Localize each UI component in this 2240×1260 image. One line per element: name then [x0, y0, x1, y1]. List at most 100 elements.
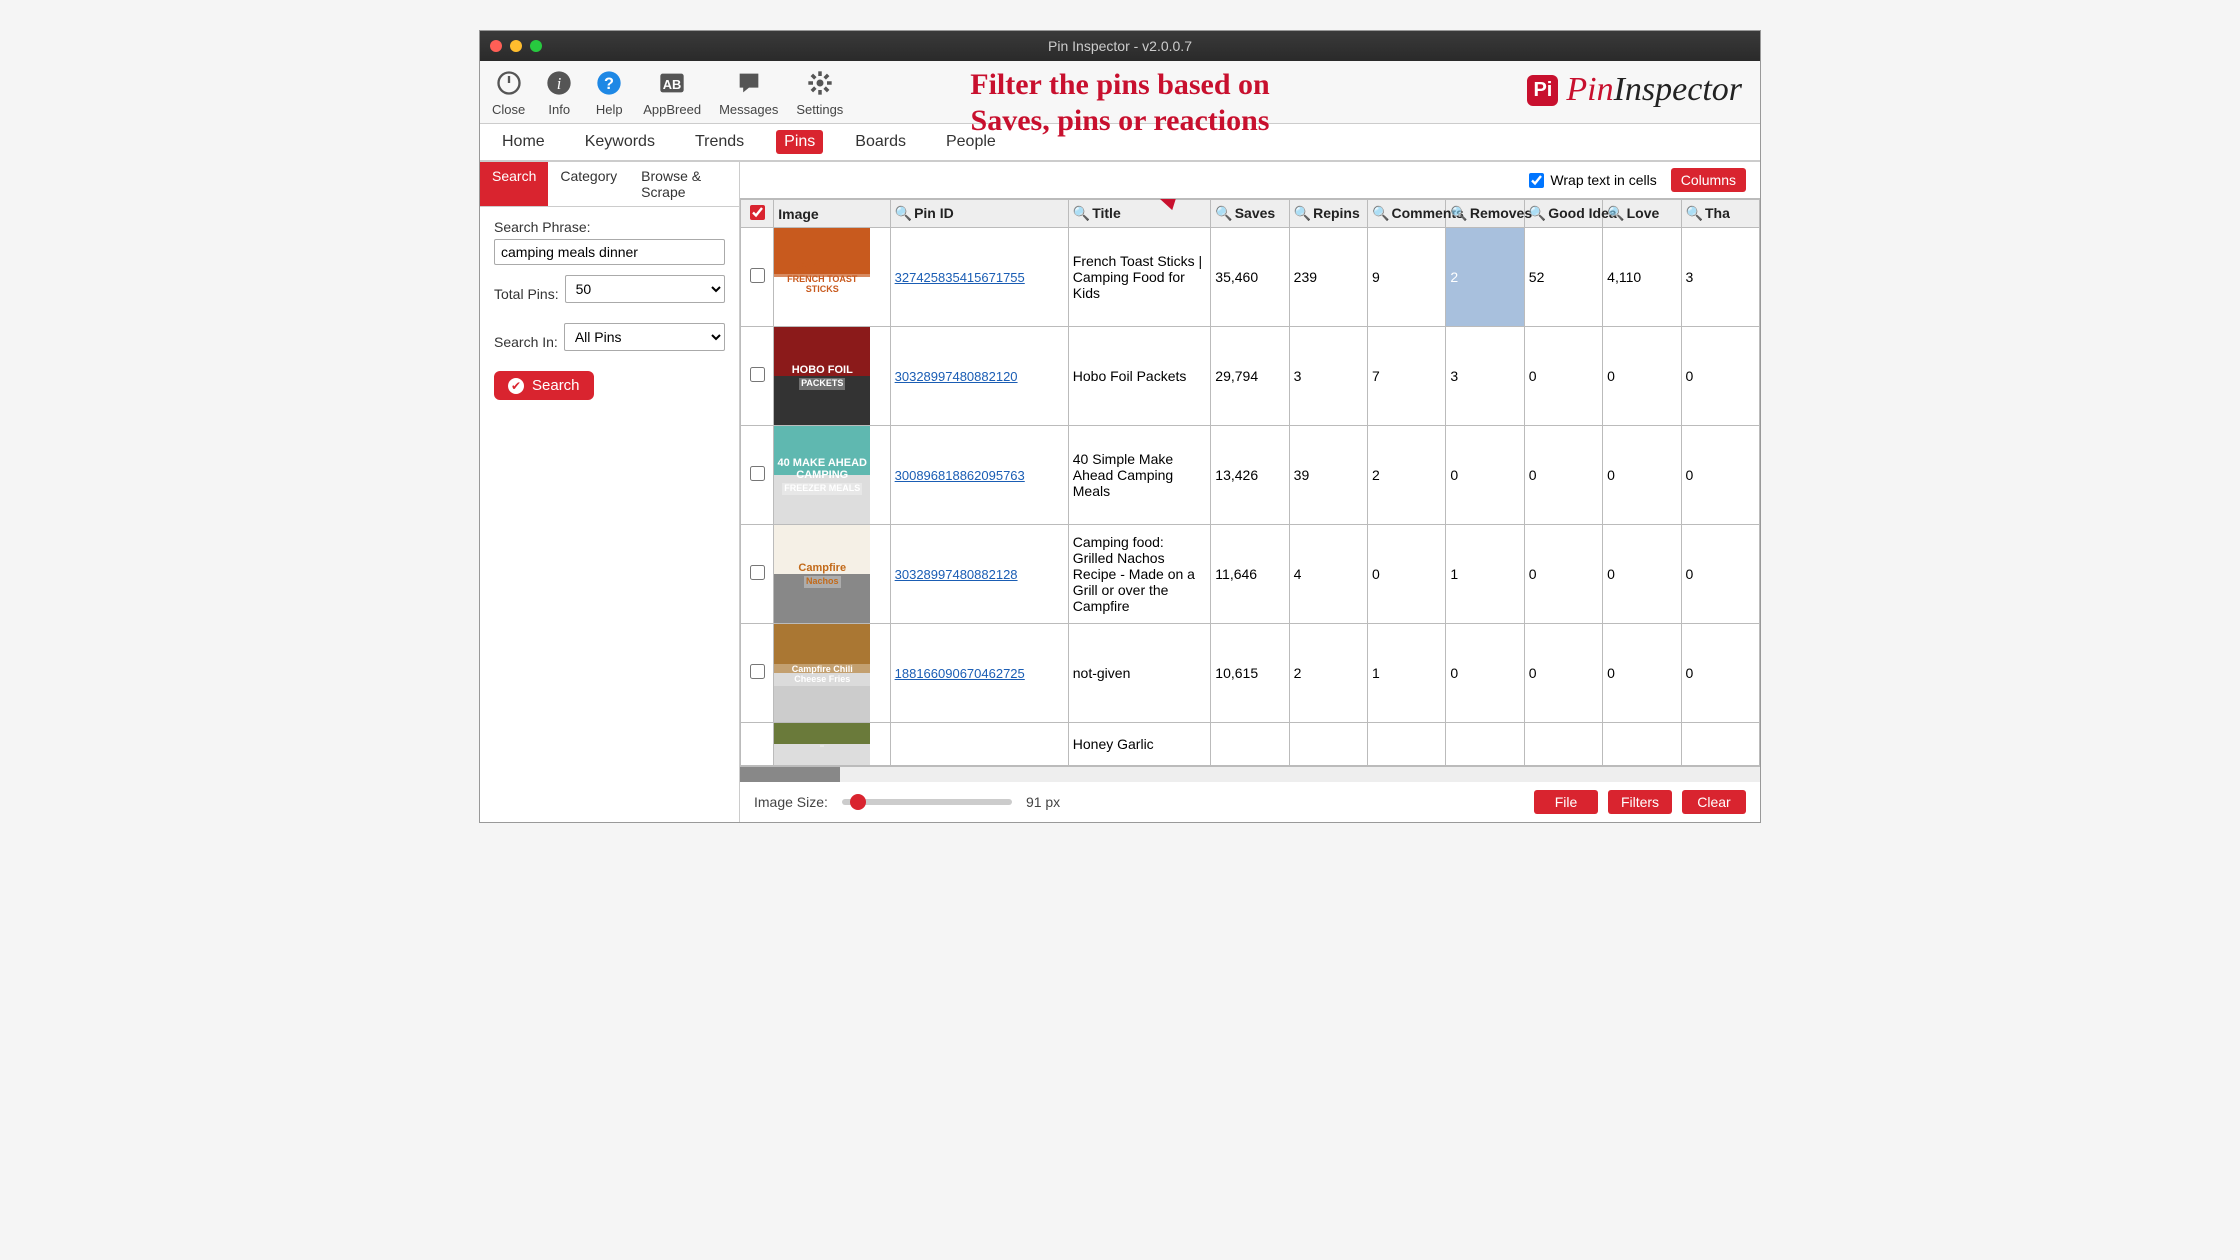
- file-button[interactable]: File: [1534, 790, 1598, 814]
- select-all-checkbox[interactable]: [750, 205, 765, 220]
- nav-tab-home[interactable]: Home: [494, 130, 553, 154]
- nav-tab-trends[interactable]: Trends: [687, 130, 752, 154]
- pin-thumbnail[interactable]: CAMPINGFRENCH TOAST STICKS: [774, 228, 870, 326]
- cell-good[interactable]: 0: [1524, 426, 1602, 525]
- total-pins-select[interactable]: 50: [565, 275, 725, 303]
- filters-button[interactable]: Filters: [1608, 790, 1672, 814]
- toolbar-close-button[interactable]: Close: [492, 67, 525, 117]
- zoom-window-button[interactable]: [530, 40, 542, 52]
- cell-removes[interactable]: 1: [1446, 525, 1524, 624]
- row-checkbox[interactable]: [750, 367, 765, 382]
- cell-saves[interactable]: 11,646: [1211, 525, 1289, 624]
- cell-good[interactable]: [1524, 723, 1602, 766]
- pin-thumbnail[interactable]: HOBO FOILPACKETS: [774, 327, 870, 425]
- clear-button[interactable]: Clear: [1682, 790, 1746, 814]
- cell-love[interactable]: 0: [1603, 327, 1681, 426]
- cell-tha[interactable]: 0: [1681, 327, 1759, 426]
- sub-tab-category[interactable]: Category: [548, 162, 629, 206]
- cell-removes[interactable]: 0: [1446, 624, 1524, 723]
- cell-repins[interactable]: 239: [1289, 228, 1367, 327]
- cell-repins[interactable]: 2: [1289, 624, 1367, 723]
- sub-tab-browse-scrape[interactable]: Browse & Scrape: [629, 162, 739, 206]
- cell-good[interactable]: 0: [1524, 327, 1602, 426]
- search-phrase-input[interactable]: [494, 239, 725, 265]
- col-header-saves[interactable]: 🔍Saves: [1211, 200, 1289, 228]
- cell-tha[interactable]: 3: [1681, 228, 1759, 327]
- close-window-button[interactable]: [490, 40, 502, 52]
- cell-saves[interactable]: 10,615: [1211, 624, 1289, 723]
- pin-id-link[interactable]: 188166090670462725: [895, 666, 1025, 681]
- cell-saves[interactable]: 13,426: [1211, 426, 1289, 525]
- cell-love[interactable]: 0: [1603, 624, 1681, 723]
- cell-comments[interactable]: 2: [1368, 426, 1446, 525]
- cell-repins[interactable]: 3: [1289, 327, 1367, 426]
- row-checkbox[interactable]: [750, 466, 765, 481]
- col-header-comments[interactable]: 🔍Comments: [1368, 200, 1446, 228]
- row-checkbox[interactable]: [750, 664, 765, 679]
- pin-id-link[interactable]: 327425835415671755: [895, 270, 1025, 285]
- cell-comments[interactable]: 0: [1368, 525, 1446, 624]
- wrap-text-toggle[interactable]: Wrap text in cells: [1529, 172, 1656, 188]
- h-scrollbar[interactable]: [740, 766, 1760, 782]
- sub-tab-search[interactable]: Search: [480, 162, 548, 206]
- nav-tab-boards[interactable]: Boards: [847, 130, 914, 154]
- cell-tha[interactable]: 0: [1681, 426, 1759, 525]
- nav-tab-pins[interactable]: Pins: [776, 130, 823, 154]
- cell-love[interactable]: 4,110: [1603, 228, 1681, 327]
- cell-comments[interactable]: 9: [1368, 228, 1446, 327]
- pin-id-link[interactable]: 30328997480882128: [895, 567, 1018, 582]
- nav-tab-keywords[interactable]: Keywords: [577, 130, 663, 154]
- toolbar-info-button[interactable]: iInfo: [543, 67, 575, 117]
- cell-repins[interactable]: 39: [1289, 426, 1367, 525]
- cell-removes[interactable]: 2: [1446, 228, 1524, 327]
- pin-thumbnail[interactable]: CampfireNachos: [774, 525, 870, 623]
- row-checkbox[interactable]: [750, 268, 765, 283]
- toolbar-appbreed-button[interactable]: ABAppBreed: [643, 67, 701, 117]
- cell-tha[interactable]: 0: [1681, 624, 1759, 723]
- cell-comments[interactable]: 1: [1368, 624, 1446, 723]
- cell-love[interactable]: 0: [1603, 525, 1681, 624]
- search-in-select[interactable]: All Pins: [564, 323, 725, 351]
- pin-id-link[interactable]: 30328997480882120: [895, 369, 1018, 384]
- cell-saves[interactable]: 29,794: [1211, 327, 1289, 426]
- wrap-text-checkbox[interactable]: [1529, 173, 1544, 188]
- col-header-tha[interactable]: 🔍Tha: [1681, 200, 1759, 228]
- toolbar-messages-button[interactable]: Messages: [719, 67, 778, 117]
- col-header-removes[interactable]: 🔍Removes: [1446, 200, 1524, 228]
- cell-removes[interactable]: [1446, 723, 1524, 766]
- pin-thumbnail[interactable]: 40 MAKE AHEAD CAMPINGFREEZER MEALS: [774, 426, 870, 524]
- minimize-window-button[interactable]: [510, 40, 522, 52]
- columns-button[interactable]: Columns: [1671, 168, 1746, 192]
- cell-repins[interactable]: [1289, 723, 1367, 766]
- col-header-image[interactable]: Image: [774, 200, 890, 228]
- toolbar-help-button[interactable]: ?Help: [593, 67, 625, 117]
- pin-thumbnail[interactable]: [774, 723, 870, 765]
- col-header-love[interactable]: 🔍Love: [1603, 200, 1681, 228]
- search-button[interactable]: ✔ Search: [494, 371, 594, 400]
- cell-good[interactable]: 52: [1524, 228, 1602, 327]
- col-header-checkbox[interactable]: [741, 200, 774, 228]
- cell-removes[interactable]: 0: [1446, 426, 1524, 525]
- h-scroll-thumb[interactable]: [740, 767, 840, 782]
- image-size-slider[interactable]: [842, 799, 1012, 805]
- cell-love[interactable]: 0: [1603, 426, 1681, 525]
- cell-repins[interactable]: 4: [1289, 525, 1367, 624]
- slider-knob[interactable]: [850, 794, 866, 810]
- pin-thumbnail[interactable]: Campfire Chili Cheese Fries: [774, 624, 870, 722]
- cell-tha[interactable]: [1681, 723, 1759, 766]
- cell-saves[interactable]: 35,460: [1211, 228, 1289, 327]
- cell-removes[interactable]: 3: [1446, 327, 1524, 426]
- col-header-title[interactable]: 🔍Title: [1068, 200, 1211, 228]
- toolbar-settings-button[interactable]: Settings: [796, 67, 843, 117]
- col-header-pin-id[interactable]: 🔍Pin ID: [890, 200, 1068, 228]
- cell-love[interactable]: [1603, 723, 1681, 766]
- cell-good[interactable]: 0: [1524, 624, 1602, 723]
- cell-saves[interactable]: [1211, 723, 1289, 766]
- col-header-repins[interactable]: 🔍Repins: [1289, 200, 1367, 228]
- cell-tha[interactable]: 0: [1681, 525, 1759, 624]
- cell-good[interactable]: 0: [1524, 525, 1602, 624]
- pin-id-link[interactable]: 300896818862095763: [895, 468, 1025, 483]
- col-header-good-idea[interactable]: 🔍Good Idea: [1524, 200, 1602, 228]
- row-checkbox[interactable]: [750, 565, 765, 580]
- cell-comments[interactable]: 7: [1368, 327, 1446, 426]
